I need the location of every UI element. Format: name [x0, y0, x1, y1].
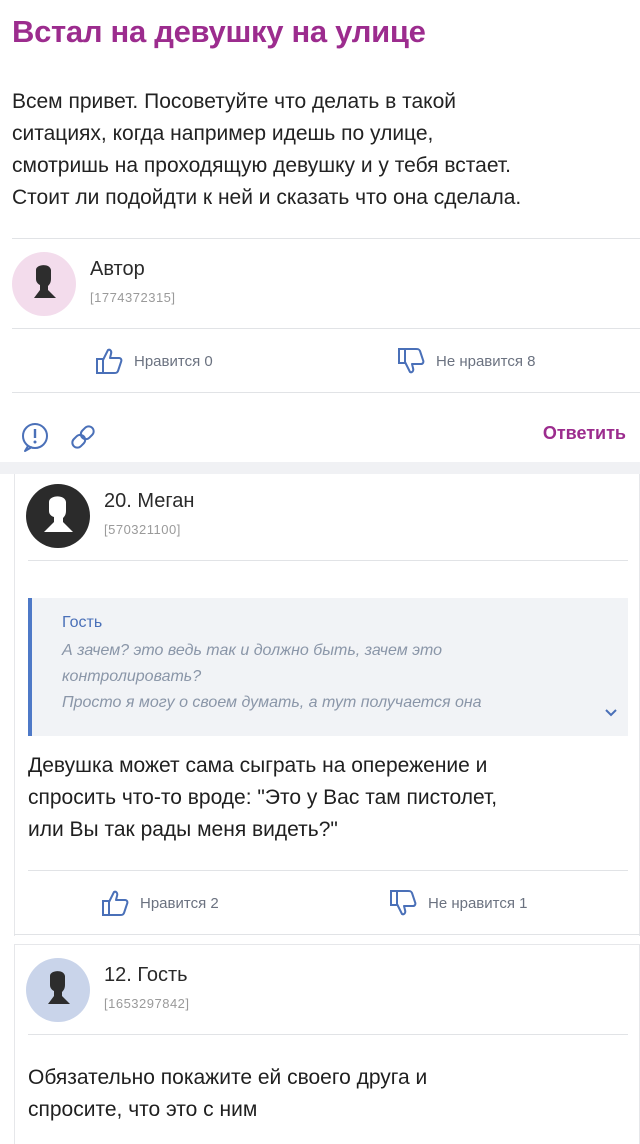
comment-author-name[interactable]: 20. Меган	[104, 490, 194, 513]
reply-button[interactable]: Ответить	[543, 423, 626, 444]
like-button[interactable]: Нравится 0	[94, 346, 213, 376]
divider	[12, 392, 640, 393]
dislike-count: Не нравится 8	[436, 352, 536, 370]
avatar[interactable]	[26, 484, 90, 548]
comment-body: Обязательно покажите ей своего друга и с…	[28, 1062, 427, 1126]
user-silhouette-icon	[26, 484, 90, 548]
link-icon[interactable]	[66, 420, 100, 454]
comment-author-id: [1653297842]	[104, 996, 190, 1011]
quote-line: А зачем? это ведь так и должно быть, зач…	[62, 642, 443, 659]
user-silhouette-icon	[12, 252, 76, 316]
thumbs-up-icon	[102, 890, 129, 916]
comment-line: спросить что-то вроде: "Это у Вас там пи…	[28, 786, 498, 809]
avatar[interactable]	[26, 958, 90, 1022]
avatar[interactable]	[12, 252, 76, 316]
dislike-button[interactable]: Не нравится 1	[388, 888, 528, 918]
comment-author-name[interactable]: 12. Гость	[104, 964, 188, 987]
post-tools	[18, 420, 100, 454]
post-line: Всем привет. Посоветуйте что делать в та…	[12, 90, 456, 113]
thumbs-down-icon	[398, 348, 425, 374]
author-name[interactable]: Автор	[90, 258, 145, 281]
divider	[12, 238, 640, 239]
author-id: [1774372315]	[90, 290, 176, 305]
post-line: Стоит ли подойдти к ней и сказать что он…	[12, 186, 522, 209]
comments-separator	[0, 462, 640, 474]
exclamation-icon[interactable]	[18, 420, 52, 454]
divider	[28, 870, 628, 871]
comment-line: Девушка может сама сыграть на опережение…	[28, 754, 488, 777]
post-body: Всем привет. Посоветуйте что делать в та…	[12, 86, 637, 214]
divider	[28, 1034, 628, 1035]
like-count: Нравится 0	[134, 352, 213, 370]
divider	[12, 328, 640, 329]
quote-line: контролировать?	[62, 668, 202, 685]
thumbs-down-icon	[390, 890, 417, 916]
user-silhouette-icon	[26, 958, 90, 1022]
comment-line: Обязательно покажите ей своего друга и	[28, 1066, 428, 1089]
like-button[interactable]: Нравится 2	[100, 888, 219, 918]
comment-line: спросите, что это с ним	[28, 1098, 258, 1121]
dislike-button[interactable]: Не нравится 8	[396, 346, 536, 376]
dislike-count: Не нравится 1	[428, 894, 528, 912]
thumbs-up-icon	[96, 348, 123, 374]
comment-body: Девушка может сама сыграть на опережение…	[28, 750, 497, 846]
quote-line: Просто я могу о своем думать, а тут полу…	[62, 694, 482, 711]
post-author: Автор [1774372315]	[12, 252, 612, 316]
comment-author-id: [570321100]	[104, 522, 181, 537]
post-line: ситациях, когда например идешь по улице,	[12, 122, 434, 145]
chevron-down-icon[interactable]	[604, 708, 618, 718]
comment-line: или Вы так рады меня видеть?"	[28, 818, 338, 841]
divider	[28, 560, 628, 561]
divider	[14, 934, 640, 935]
quote-block[interactable]: Гость А зачем? это ведь так и должно быт…	[28, 598, 628, 736]
post-line: смотришь на проходящую девушку и у тебя …	[12, 154, 511, 177]
quote-author: Гость	[62, 614, 103, 631]
like-count: Нравится 2	[140, 894, 219, 912]
post-title: Встал на девушку на улице	[12, 14, 426, 49]
